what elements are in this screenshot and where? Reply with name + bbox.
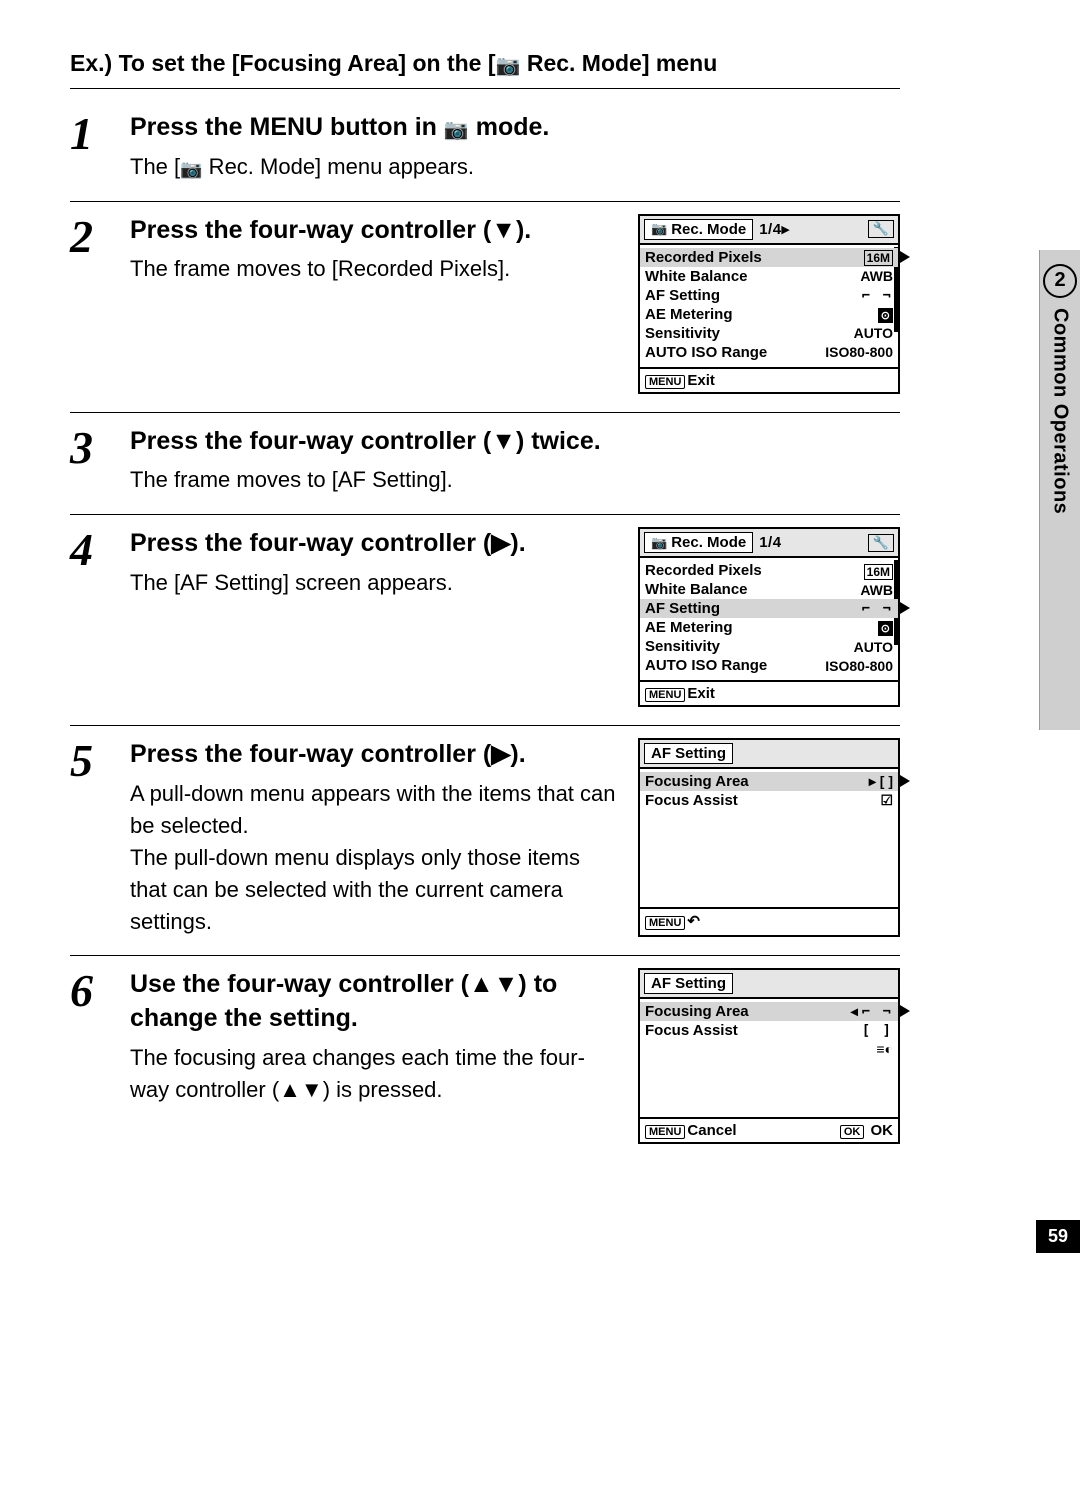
menu-row: White BalanceAWB	[645, 267, 893, 286]
lcd-screen-1: 📷 Rec. Mode 1/4▸ 🔧 Recorded Pixels16MWhi…	[638, 214, 900, 394]
step-6: 6 Use the four-way controller (▲▼) to ch…	[70, 956, 900, 1162]
menu-row: AUTO ISO RangeISO80-800	[645, 656, 893, 675]
menu-row: AF Setting⌐ ¬	[640, 599, 898, 618]
page-number: 59	[1036, 1220, 1080, 1253]
menu-row: AE Metering⊙	[645, 305, 893, 324]
lcd-screen-2: 📷 Rec. Mode 1/4 🔧 Recorded Pixels16MWhit…	[638, 527, 900, 707]
step-number: 2	[70, 214, 130, 394]
menu-row: AF Setting⌐ ¬	[645, 286, 893, 305]
camera-icon: 📷	[444, 117, 469, 144]
back-icon: ↶	[687, 913, 700, 930]
menu-row: Recorded Pixels16M	[645, 561, 893, 580]
menu-row: SensitivityAUTO	[645, 324, 893, 343]
lcd-screen-3: AF Setting Focusing Area▸ [ ]Focus Assis…	[638, 738, 900, 937]
chapter-label: Common Operations	[1049, 308, 1072, 514]
step-number: 6	[70, 968, 130, 1144]
menu-row: Focusing Area▸ [ ]	[640, 772, 898, 791]
step-number: 4	[70, 527, 130, 707]
menu-key: MENU	[645, 375, 685, 389]
step-title: Press the four-way controller (▼).	[130, 214, 618, 248]
step-title: Use the four-way controller (▲▼) to chan…	[130, 968, 618, 1036]
step-text: The [AF Setting] screen appears.	[130, 567, 618, 599]
step-number: 1	[70, 111, 130, 183]
camera-icon: 📷	[651, 535, 667, 551]
step-text: A pull-down menu appears with the items …	[130, 778, 618, 937]
step-2: 2 Press the four-way controller (▼). The…	[70, 202, 900, 413]
step-5: 5 Press the four-way controller (▶). A p…	[70, 726, 900, 956]
step-text: The focusing area changes each time the …	[130, 1042, 618, 1106]
step-text: The [📷 Rec. Mode] menu appears.	[130, 151, 900, 183]
step-title: Press the four-way controller (▼) twice.	[130, 425, 900, 459]
lcd-screen-4: AF Setting Focusing Area◂ ⌐ ¬Focus Assis…	[638, 968, 900, 1144]
menu-key: MENU	[645, 1125, 685, 1139]
menu-row: AE Metering⊙	[645, 618, 893, 637]
menu-key: MENU	[645, 688, 685, 702]
step-text: The frame moves to [AF Setting].	[130, 464, 900, 496]
chapter-number: 2	[1043, 264, 1077, 298]
step-3: 3 Press the four-way controller (▼) twic…	[70, 413, 900, 516]
camera-icon: 📷	[180, 156, 202, 182]
menu-row: Focus Assist[ ]	[645, 1021, 893, 1040]
tool-icon: 🔧	[868, 220, 894, 238]
side-tab: 2 Common Operations	[1039, 250, 1080, 730]
step-4: 4 Press the four-way controller (▶). The…	[70, 515, 900, 726]
menu-row: SensitivityAUTO	[645, 637, 893, 656]
menu-key: MENU	[645, 916, 685, 930]
menu-row: ≡◐	[645, 1040, 893, 1058]
step-number: 3	[70, 425, 130, 497]
step-title: Press the four-way controller (▶).	[130, 527, 618, 561]
menu-row: Focusing Area◂ ⌐ ¬	[640, 1002, 898, 1021]
menu-row: White BalanceAWB	[645, 580, 893, 599]
page-content: Ex.) To set the [Focusing Area] on the […	[0, 0, 960, 1212]
menu-row: Recorded Pixels16M	[640, 248, 898, 267]
step-1: 1 Press the MENU button in 📷 mode. The […	[70, 99, 900, 202]
camera-icon: 📷	[651, 221, 667, 237]
step-title: Press the MENU button in 📷 mode.	[130, 111, 900, 145]
ok-key: OK	[840, 1125, 865, 1139]
example-heading: Ex.) To set the [Focusing Area] on the […	[70, 50, 900, 89]
camera-icon: 📷	[496, 53, 521, 78]
step-number: 5	[70, 738, 130, 937]
menu-row: AUTO ISO RangeISO80-800	[645, 343, 893, 362]
tool-icon: 🔧	[868, 534, 894, 552]
step-title: Press the four-way controller (▶).	[130, 738, 618, 772]
step-text: The frame moves to [Recorded Pixels].	[130, 253, 618, 285]
menu-row: Focus Assist☑	[645, 791, 893, 810]
